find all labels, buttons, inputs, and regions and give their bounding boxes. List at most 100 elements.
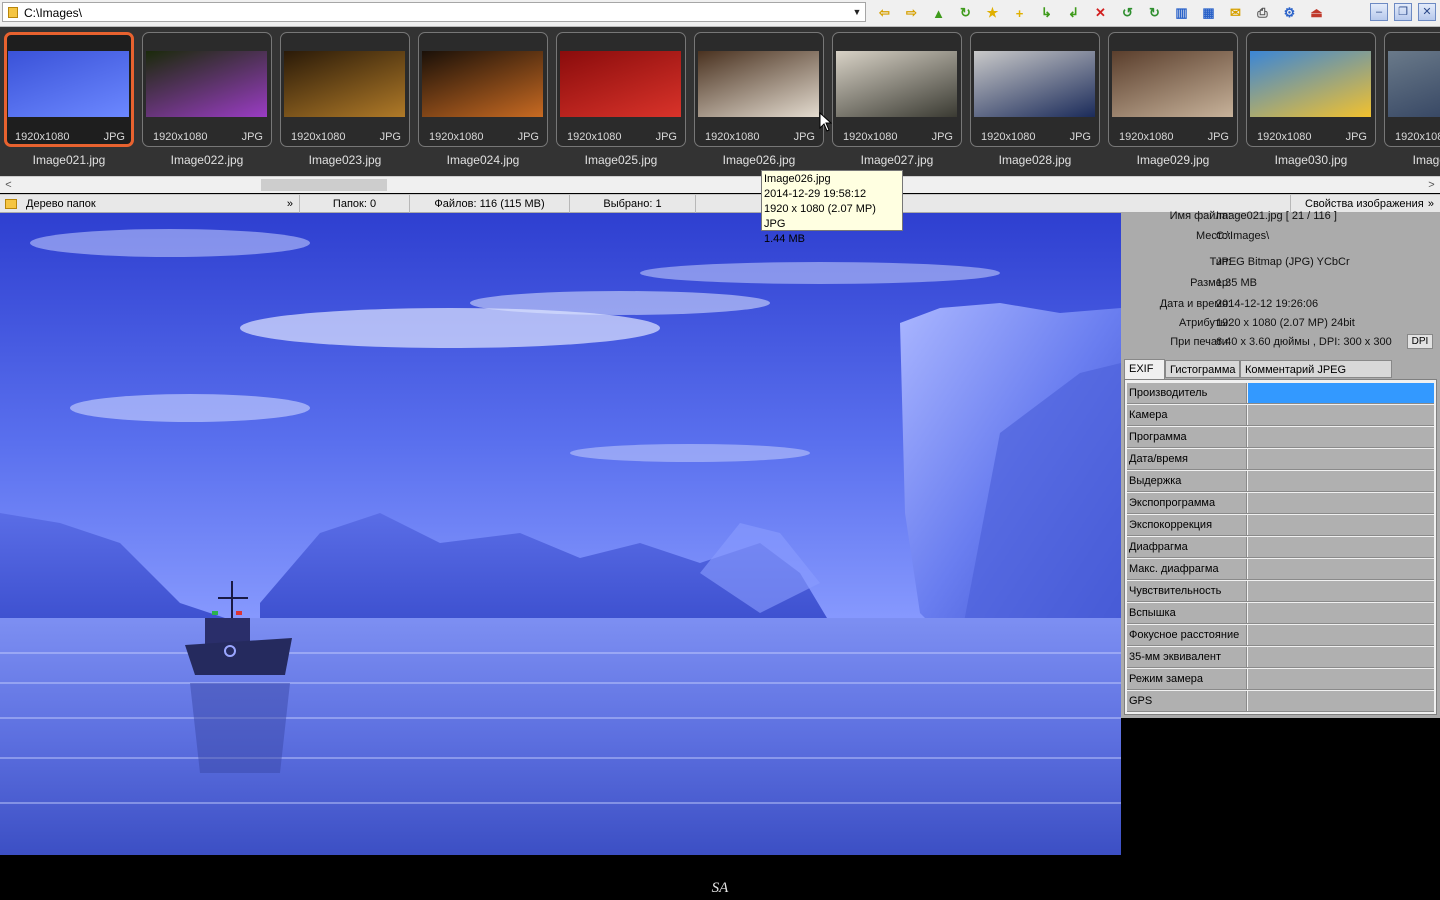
thumbnail-item[interactable]: 1920x1080 JPG Image022.jpg (142, 32, 272, 167)
thumbnail-item[interactable]: 1920x1080JPGImage031.jpg (1384, 32, 1440, 167)
exif-row[interactable]: Диафрагма (1127, 537, 1434, 558)
thumbnail-item[interactable]: 1920x1080 JPG Image025.jpg (556, 32, 686, 167)
address-bar[interactable]: C:\Images\ ▼ (2, 2, 866, 22)
thumbnail-item[interactable]: 1920x1080 JPG Image024.jpg (418, 32, 548, 167)
exif-row[interactable]: Вспышка (1127, 603, 1434, 624)
exif-row[interactable]: Дата/время (1127, 449, 1434, 470)
refresh-icon[interactable]: ↻ (955, 3, 976, 23)
compare-icon[interactable]: ▥ (1171, 3, 1192, 23)
thumbnail-filename: Image030.jpg (1274, 153, 1348, 167)
exif-row[interactable]: Производитель (1127, 383, 1434, 404)
thumbnail-image (8, 51, 129, 117)
close-button[interactable]: ✕ (1418, 3, 1436, 21)
thumbnail-resolution: 1920x1080 (153, 131, 208, 143)
exif-field-value (1248, 647, 1434, 667)
exif-row[interactable]: Фокусное расстояние (1127, 625, 1434, 646)
toolbar-buttons: ⇦ ⇨ ▲ ↻ ★ + ↳ ↲ ✕ ↺ ↻ ▥ ▦ ✉ ⎙ ⚙ ⏏ (874, 3, 1333, 23)
new-folder-icon[interactable]: + (1009, 3, 1030, 23)
thumbnail-resolution: 1920x1080 (291, 131, 346, 143)
exif-row[interactable]: Программа (1127, 427, 1434, 448)
tooltip-date: 2014-12-29 19:58:12 (764, 188, 867, 200)
settings-icon[interactable]: ⚙ (1279, 3, 1300, 23)
exif-row[interactable]: Экспопрограмма (1127, 493, 1434, 514)
folder-tree-label: Дерево папок (26, 198, 96, 210)
thumbnail-image (560, 51, 681, 117)
thumbnail-resolution: 1920x1080 (705, 131, 760, 143)
scroll-left-icon[interactable]: < (0, 177, 17, 193)
print-icon[interactable]: ⎙ (1252, 3, 1273, 23)
folder-tree-toggle[interactable]: Дерево папок » (0, 195, 300, 213)
restore-button[interactable]: ❐ (1394, 3, 1412, 21)
exif-row[interactable]: GPS (1127, 691, 1434, 712)
thumbnail-item[interactable]: 1920x1080 JPG Image028.jpg (970, 32, 1100, 167)
exif-row[interactable]: Камера (1127, 405, 1434, 426)
property-row: При печати: 6.40 x 3.60 дюймы , DPI: 300 … (1121, 336, 1440, 352)
thumbnail-ext: JPG (379, 131, 401, 143)
slideshow-icon[interactable]: ▦ (1198, 3, 1219, 23)
files-count: Файлов: 116 (115 MB) (410, 195, 570, 213)
thumbnail-filename: Image024.jpg (446, 153, 520, 167)
rotate-left-icon[interactable]: ↺ (1117, 3, 1138, 23)
scroll-right-icon[interactable]: > (1423, 177, 1440, 193)
exif-field-label: Экспопрограмма (1127, 493, 1247, 513)
folder-tree-icon (5, 199, 17, 209)
folders-count: Папок: 0 (300, 195, 410, 213)
property-row: Атрибуты: 1920 x 1080 (2.07 MP) 24bit (1121, 317, 1440, 333)
exif-row[interactable]: Экспокоррекция (1127, 515, 1434, 536)
move-to-icon[interactable]: ↳ (1036, 3, 1057, 23)
exif-field-label: Программа (1127, 427, 1247, 447)
exif-field-label: GPS (1127, 691, 1247, 711)
exif-row[interactable]: Чувствительность (1127, 581, 1434, 602)
thumbnail-ext: JPG (655, 131, 677, 143)
chevron-down-icon[interactable]: » (287, 195, 293, 213)
exif-row[interactable]: Макс. диафрагма (1127, 559, 1434, 580)
back-arrow-icon[interactable]: ⇦ (874, 3, 895, 23)
thumbnail-ext: JPG (1345, 131, 1367, 143)
exif-field-value (1248, 603, 1434, 623)
thumbnail-item[interactable]: 1920x1080 JPG Image023.jpg (280, 32, 410, 167)
thumbnail-ext: JPG (931, 131, 953, 143)
minimize-button[interactable]: – (1370, 3, 1388, 21)
tab-jpeg-comment[interactable]: Комментарий JPEG (1240, 360, 1392, 378)
window-controls: – ❐ ✕ (1364, 3, 1436, 21)
folder-up-icon[interactable]: ▲ (928, 3, 949, 23)
exif-table[interactable]: Производитель Камера Программа Дата/время Вы… (1124, 379, 1437, 715)
main-image-view[interactable] (0, 213, 1121, 855)
top-toolbar: C:\Images\ ▼ ⇦ ⇨ ▲ ↻ ★ + ↳ ↲ ✕ ↺ ↻ ▥ ▦ ✉ ⎙ ⚙ ⏏ – ❐ ✕ (0, 0, 1440, 27)
exif-field-value (1248, 405, 1434, 425)
address-path[interactable]: C:\Images\ (24, 6, 82, 20)
folder-icon (8, 7, 18, 18)
exif-field-label: Камера (1127, 405, 1247, 425)
rotate-right-icon[interactable]: ↻ (1144, 3, 1165, 23)
copy-to-icon[interactable]: ↲ (1063, 3, 1084, 23)
property-row: Тип: JPEG Bitmap (JPG) YCbCr (1121, 256, 1440, 272)
thumbnail-item[interactable]: 1920x1080 JPG Image026.jpg (694, 32, 824, 167)
tab-exif[interactable]: EXIF (1124, 359, 1165, 379)
email-icon[interactable]: ✉ (1225, 3, 1246, 23)
tab-histogram[interactable]: Гистограмма (1165, 360, 1240, 378)
chevron-down-icon[interactable]: ▼ (851, 5, 863, 19)
favorites-folder-icon[interactable]: ★ (982, 3, 1003, 23)
thumbnail-item[interactable]: 1920x1080 JPG Image030.jpg (1246, 32, 1376, 167)
exif-row[interactable]: Режим замера (1127, 669, 1434, 690)
dpi-button[interactable]: DPI (1407, 334, 1433, 349)
exit-icon[interactable]: ⏏ (1306, 3, 1327, 23)
forward-arrow-icon[interactable]: ⇨ (901, 3, 922, 23)
property-value: JPEG Bitmap (JPG) YCbCr (1216, 256, 1350, 268)
thumbnail-image (1112, 51, 1233, 117)
exif-field-value (1248, 669, 1434, 689)
scrollbar-thumb[interactable] (261, 179, 387, 191)
thumbnail-ext: JPG (1069, 131, 1091, 143)
exif-row[interactable]: 35-мм эквивалент (1127, 647, 1434, 668)
thumbnail-filename: Image026.jpg (722, 153, 796, 167)
thumbnail-scrollbar[interactable]: < > (0, 176, 1440, 193)
delete-icon[interactable]: ✕ (1090, 3, 1111, 23)
thumbnail-resolution: 1920x1080 (981, 131, 1036, 143)
thumbnail-item[interactable]: 1920x1080 JPG Image027.jpg (832, 32, 962, 167)
property-row: Имя файла: Image021.jpg [ 21 / 116 ] (1121, 210, 1440, 226)
property-value: Image021.jpg [ 21 / 116 ] (1216, 210, 1337, 222)
thumbnail-item[interactable]: 1920x1080 JPG Image029.jpg (1108, 32, 1238, 167)
property-value: 1.35 MB (1216, 277, 1257, 289)
thumbnail-item[interactable]: 1920x1080 JPG Image021.jpg (4, 32, 134, 167)
exif-row[interactable]: Выдержка (1127, 471, 1434, 492)
